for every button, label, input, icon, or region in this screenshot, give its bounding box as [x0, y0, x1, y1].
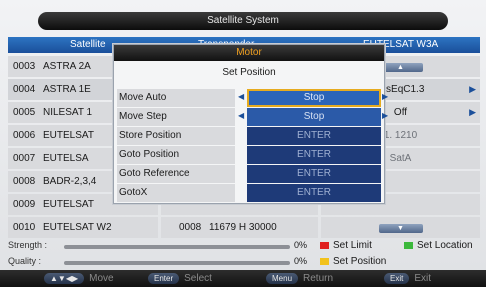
- footer-hint-bar: ▲▼◀▶ Move Enter Select Menu Return Exit Exit: [0, 270, 486, 287]
- list-item[interactable]: 0010 EUTELSAT W2 0008 11679 H 30000 ▼: [8, 217, 480, 238]
- transponder-value: 11679 H 30000: [209, 222, 277, 233]
- header-satellite: Satellite: [70, 39, 106, 50]
- quality-label: Quality :: [8, 256, 42, 266]
- motor-subtitle: Set Position: [222, 67, 276, 78]
- move-auto-value[interactable]: Stop: [247, 89, 381, 107]
- goto-reference-label: Goto Reference: [117, 165, 235, 183]
- frequency-value: 1. 1210: [383, 130, 418, 141]
- strength-row: Strength : 0% Set Limit Set Location: [8, 238, 480, 254]
- satellite-name: EUTELSAT W2: [43, 222, 112, 233]
- scroll-up-icon[interactable]: ▲: [378, 63, 423, 72]
- strength-bar: [64, 245, 290, 249]
- scroll-down-icon[interactable]: ▼: [378, 224, 423, 233]
- set-location-legend: Set Location: [404, 240, 473, 251]
- green-square-icon: [404, 241, 413, 249]
- move-auto-row[interactable]: Move Auto ◀ Stop ▶: [117, 89, 388, 107]
- move-step-label: Move Step: [117, 108, 235, 126]
- goto-reference-row[interactable]: Goto Reference ENTER: [117, 165, 381, 183]
- satellite-system-screen: Satellite System Satellite Transponder E…: [0, 0, 486, 287]
- store-position-label: Store Position: [117, 127, 235, 145]
- signal-panel: Strength : 0% Set Limit Set Location Qua…: [8, 238, 480, 270]
- menu-key-icon: Menu: [266, 273, 299, 284]
- move-step-row[interactable]: Move Step ◀ Stop ▶: [117, 108, 388, 126]
- satellite-number: 0005: [13, 107, 36, 118]
- satellite-name: BADR-2,3,4: [43, 176, 97, 187]
- satellite-number: 0004: [13, 84, 36, 95]
- goto-position-row[interactable]: Goto Position ENTER: [117, 146, 381, 164]
- quality-row: Quality : 0% Set Position: [8, 254, 480, 270]
- enter-key-icon: Enter: [148, 273, 180, 284]
- satellite-number: 0003: [13, 61, 36, 72]
- satellite-name: EUTELSAT: [43, 130, 94, 141]
- switch-value[interactable]: Off: [394, 107, 407, 118]
- sat-a-value: SatA: [389, 153, 412, 164]
- chevron-left-icon[interactable]: ◀: [238, 111, 244, 120]
- strength-percent: 0%: [294, 240, 308, 250]
- strength-label: Strength :: [8, 240, 48, 250]
- gotox-row[interactable]: GotoX ENTER: [117, 184, 381, 202]
- chevron-right-icon[interactable]: ▶: [382, 111, 388, 120]
- window-title: Satellite System: [38, 12, 448, 30]
- motor-dialog: Motor Set Position Move Auto ◀ Stop ▶ Mo…: [113, 44, 388, 204]
- store-position-row[interactable]: Store Position ENTER: [117, 127, 381, 145]
- satellite-name: ASTRA 2A: [43, 61, 91, 72]
- satellite-name: EUTELSA: [43, 153, 89, 164]
- satellite-number: 0006: [13, 130, 36, 141]
- satellite-number: 0008: [13, 176, 36, 187]
- exit-hint: Exit Exit: [384, 272, 431, 285]
- move-hint: ▲▼◀▶ Move: [44, 272, 114, 285]
- yellow-square-icon: [320, 257, 329, 265]
- satellite-name: EUTELSAT: [43, 199, 94, 210]
- chevron-right-icon[interactable]: ▶: [469, 79, 476, 100]
- satellite-number: 0007: [13, 153, 36, 164]
- red-square-icon: [320, 241, 329, 249]
- goto-position-button[interactable]: ENTER: [247, 146, 381, 164]
- select-hint: Enter Select: [148, 272, 212, 285]
- set-limit-legend: Set Limit: [320, 240, 372, 251]
- satellite-number: 0009: [13, 199, 36, 210]
- satellite-number: 0010: [13, 222, 36, 233]
- move-step-value[interactable]: Stop: [247, 108, 381, 126]
- satellite-name: NILESAT 1: [43, 107, 93, 118]
- arrow-keys-icon: ▲▼◀▶: [44, 273, 85, 284]
- chevron-left-icon[interactable]: ◀: [238, 92, 244, 101]
- move-auto-label: Move Auto: [117, 89, 235, 107]
- exit-key-icon: Exit: [384, 273, 410, 284]
- goto-reference-button[interactable]: ENTER: [247, 165, 381, 183]
- set-position-legend: Set Position: [320, 256, 386, 267]
- goto-position-label: Goto Position: [117, 146, 235, 164]
- quality-percent: 0%: [294, 256, 308, 266]
- transponder-number: 0008: [179, 222, 202, 233]
- gotox-button[interactable]: ENTER: [247, 184, 381, 202]
- quality-bar: [64, 261, 290, 265]
- store-position-button[interactable]: ENTER: [247, 127, 381, 145]
- motor-title: Motor: [114, 45, 384, 61]
- gotox-label: GotoX: [117, 184, 235, 202]
- return-hint: Menu Return: [266, 272, 333, 285]
- chevron-right-icon[interactable]: ▶: [382, 92, 388, 101]
- satellite-name: ASTRA 1E: [43, 84, 91, 95]
- chevron-right-icon[interactable]: ▶: [469, 102, 476, 123]
